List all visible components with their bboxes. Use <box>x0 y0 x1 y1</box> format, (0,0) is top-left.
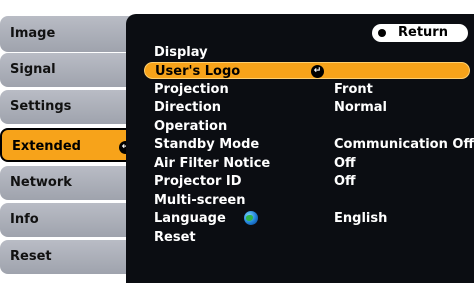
tab-signal[interactable]: Signal <box>0 53 138 87</box>
tab-reset[interactable]: Reset <box>0 240 138 274</box>
item-label: Display <box>154 45 208 60</box>
tab-network[interactable]: Network <box>0 166 138 200</box>
item-label: Standby Mode <box>154 137 260 152</box>
enter-icon: ↵ <box>311 65 324 78</box>
menu-item-air-filter-notice[interactable]: Air Filter Notice Off <box>144 155 470 172</box>
item-value: Front <box>334 82 373 97</box>
item-label: Multi-screen <box>154 193 246 208</box>
item-value: Off <box>334 174 356 189</box>
menu-item-operation[interactable]: Operation <box>144 118 470 135</box>
menu-item-projection[interactable]: Projection Front <box>144 81 470 98</box>
projector-menu: Image Signal Settings Extended↵ Network … <box>0 0 474 283</box>
item-value: Off <box>334 156 356 171</box>
item-label: Projector ID <box>154 174 242 189</box>
tab-settings[interactable]: Settings <box>0 90 138 124</box>
menu-item-direction[interactable]: Direction Normal <box>144 99 470 116</box>
tab-label: Image <box>10 26 56 41</box>
tab-label: Reset <box>10 249 52 264</box>
item-label: User's Logo <box>155 64 241 79</box>
tab-label: Extended <box>12 139 81 154</box>
item-value: English <box>334 211 388 226</box>
tab-label: Info <box>10 212 39 227</box>
tab-label: Signal <box>10 62 56 77</box>
menu-item-users-logo[interactable]: User's Logo ↵ <box>144 62 470 79</box>
tab-image[interactable]: Image <box>0 16 138 52</box>
menu-item-reset[interactable]: Reset <box>144 229 470 246</box>
menu-item-language[interactable]: Language English <box>144 210 470 227</box>
menu-item-standby-mode[interactable]: Standby Mode Communication Off <box>144 136 474 153</box>
item-value: Communication Off <box>334 137 474 152</box>
return-button[interactable]: Return <box>372 24 468 42</box>
tab-info[interactable]: Info <box>0 203 138 237</box>
return-dot-icon <box>378 29 386 37</box>
return-label: Return <box>398 25 448 40</box>
item-label: Operation <box>154 119 228 134</box>
globe-icon <box>244 211 258 225</box>
item-label: Projection <box>154 82 229 97</box>
item-label: Air Filter Notice <box>154 156 271 171</box>
menu-item-display[interactable]: Display <box>144 44 470 61</box>
item-label: Language <box>154 211 226 226</box>
menu-item-projector-id[interactable]: Projector ID Off <box>144 173 470 190</box>
tab-extended[interactable]: Extended↵ <box>0 128 138 162</box>
tab-label: Network <box>10 175 72 190</box>
item-label: Direction <box>154 100 222 115</box>
menu-item-multi-screen[interactable]: Multi-screen <box>144 192 470 209</box>
item-label: Reset <box>154 230 196 245</box>
item-value: Normal <box>334 100 387 115</box>
tab-label: Settings <box>10 99 72 114</box>
